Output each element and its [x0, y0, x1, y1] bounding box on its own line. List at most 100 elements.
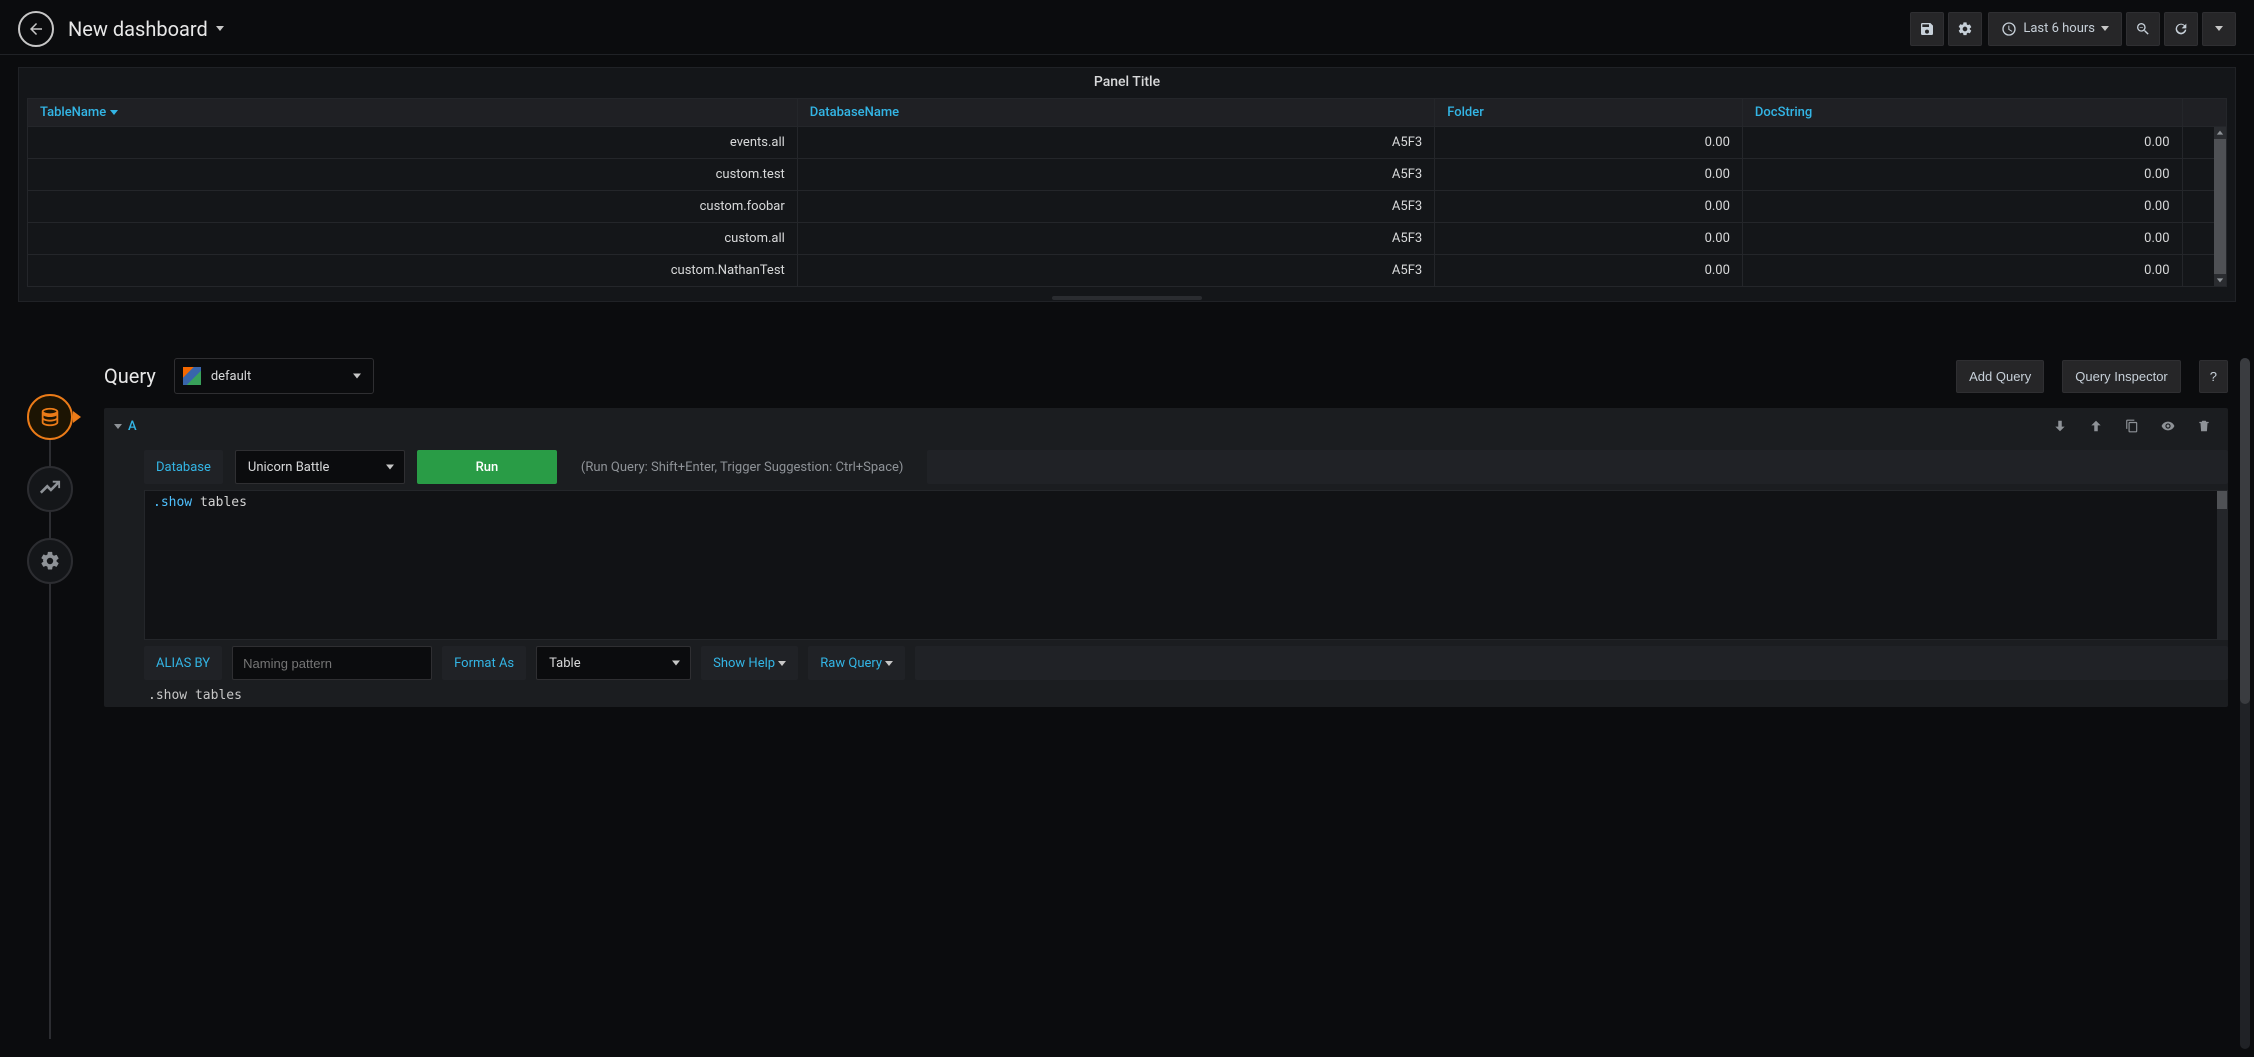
refresh-icon: [2173, 21, 2189, 37]
scrollbar-thumb[interactable]: [2217, 491, 2227, 509]
editor-main: Query default Add Query Query Inspector …: [100, 350, 2254, 1057]
panel-editor: Query default Add Query Query Inspector …: [0, 350, 2254, 1057]
datasource-select[interactable]: default: [174, 358, 374, 394]
chevron-down-icon: [386, 465, 394, 470]
table-scrollbar[interactable]: [2214, 127, 2226, 286]
panel-title: Panel Title: [19, 68, 2235, 98]
table-cell-database: A5F3: [797, 191, 1434, 223]
arrow-left-icon: [27, 20, 45, 38]
column-header-tablename[interactable]: TableName: [28, 99, 797, 127]
raw-query-toggle[interactable]: Raw Query: [808, 646, 905, 680]
chevron-down-icon: [2215, 26, 2223, 31]
toggle-query-visibility-button[interactable]: [2154, 412, 2182, 440]
editor-scrollbar[interactable]: [2240, 358, 2250, 1049]
eye-icon: [2161, 419, 2175, 433]
code-keyword: .show: [153, 495, 192, 510]
table-cell-folder: 0.00: [1435, 127, 1743, 159]
topbar: New dashboard Last 6 hours: [0, 0, 2254, 55]
alias-input[interactable]: [232, 646, 432, 680]
trash-icon: [2197, 419, 2211, 433]
move-query-down-button[interactable]: [2046, 412, 2074, 440]
editor-tab-rail: [0, 350, 100, 1057]
column-header-label: Folder: [1447, 105, 1484, 120]
duplicate-query-button[interactable]: [2118, 412, 2146, 440]
refresh-interval-button[interactable]: [2202, 12, 2236, 46]
chevron-down-icon: [216, 26, 224, 31]
table-cell-tablename: custom.foobar: [28, 191, 797, 223]
scrollbar-thumb[interactable]: [2240, 358, 2250, 704]
table-cell-folder: 0.00: [1435, 159, 1743, 191]
scrollbar-thumb[interactable]: [2214, 139, 2226, 274]
refresh-button[interactable]: [2164, 12, 2198, 46]
timepicker-label: Last 6 hours: [2023, 21, 2095, 36]
panel: Panel Title TableName DatabaseName Folde…: [18, 67, 2236, 302]
query-code-editor[interactable]: .show tables: [144, 490, 2228, 640]
query-inspector-button[interactable]: Query Inspector: [2062, 360, 2181, 393]
dashboard-title: New dashboard: [68, 17, 208, 41]
table-cell-tablename: custom.test: [28, 159, 797, 191]
database-select[interactable]: Unicorn Battle: [235, 450, 405, 484]
table-cell-doc: 0.00: [1742, 191, 2182, 223]
dashboard-title-dropdown[interactable]: New dashboard: [68, 17, 224, 41]
format-as-select[interactable]: Table: [536, 646, 691, 680]
tab-visualization[interactable]: [27, 466, 73, 512]
table-cell-folder: 0.00: [1435, 191, 1743, 223]
run-query-button[interactable]: Run: [417, 450, 557, 484]
sort-desc-icon: [110, 110, 118, 115]
panel-resize-handle[interactable]: [19, 295, 2235, 301]
table-cell-folder: 0.00: [1435, 223, 1743, 255]
move-query-up-button[interactable]: [2082, 412, 2110, 440]
table-cell-database: A5F3: [797, 159, 1434, 191]
scroll-up-icon: [2214, 127, 2226, 139]
table-row: events.allA5F30.000.00: [28, 127, 2226, 159]
table-cell-doc: 0.00: [1742, 223, 2182, 255]
save-button[interactable]: [1910, 12, 1944, 46]
grafana-logo-icon: [183, 367, 201, 385]
back-button[interactable]: [18, 11, 54, 47]
table-cell-database: A5F3: [797, 127, 1434, 159]
gear-icon: [39, 550, 61, 572]
show-help-label: Show Help: [713, 656, 775, 671]
raw-query-label: Raw Query: [820, 656, 882, 671]
scroll-down-icon: [2214, 274, 2226, 286]
table-cell-tablename: custom.NathanTest: [28, 255, 797, 287]
chevron-down-icon: [2101, 26, 2109, 31]
gear-icon: [1957, 21, 1973, 37]
query-top-spacer: [927, 450, 2228, 484]
table-row: custom.foobarA5F30.000.00: [28, 191, 2226, 223]
show-help-toggle[interactable]: Show Help: [701, 646, 798, 680]
code-scrollbar[interactable]: [2217, 491, 2227, 639]
tab-queries[interactable]: [27, 394, 73, 440]
add-query-button[interactable]: Add Query: [1956, 360, 2044, 393]
table-cell-doc: 0.00: [1742, 127, 2182, 159]
query-header: Query default Add Query Query Inspector …: [104, 358, 2228, 394]
chevron-down-icon: [672, 661, 680, 666]
copy-icon: [2125, 419, 2139, 433]
column-header-label: TableName: [40, 105, 106, 120]
raw-query-text: .show tables: [144, 680, 2228, 707]
tab-general[interactable]: [27, 538, 73, 584]
column-header-doc[interactable]: DocString: [1742, 99, 2182, 127]
zoom-out-icon: [2135, 21, 2151, 37]
column-header-label: DatabaseName: [810, 105, 899, 120]
column-header-folder[interactable]: Folder: [1435, 99, 1743, 127]
table-cell-database: A5F3: [797, 255, 1434, 287]
column-header-label: DocString: [1755, 105, 1812, 120]
query-row-toggle[interactable]: A: [114, 419, 137, 434]
query-hint: (Run Query: Shift+Enter, Trigger Suggest…: [569, 450, 916, 484]
format-as-label: Format As: [442, 646, 526, 680]
column-header-database[interactable]: DatabaseName: [797, 99, 1434, 127]
chevron-down-icon: [778, 661, 786, 666]
table-row: custom.NathanTestA5F30.000.00: [28, 255, 2226, 287]
zoom-out-button[interactable]: [2126, 12, 2160, 46]
settings-button[interactable]: [1948, 12, 1982, 46]
format-as-value: Table: [549, 656, 580, 671]
remove-query-button[interactable]: [2190, 412, 2218, 440]
table-cell-database: A5F3: [797, 223, 1434, 255]
code-identifier: tables: [200, 495, 247, 510]
query-help-button[interactable]: ?: [2199, 360, 2228, 393]
table-row: custom.testA5F30.000.00: [28, 159, 2226, 191]
database-value: Unicorn Battle: [248, 460, 330, 475]
timepicker-button[interactable]: Last 6 hours: [1988, 12, 2122, 46]
chevron-down-icon: [114, 424, 122, 429]
